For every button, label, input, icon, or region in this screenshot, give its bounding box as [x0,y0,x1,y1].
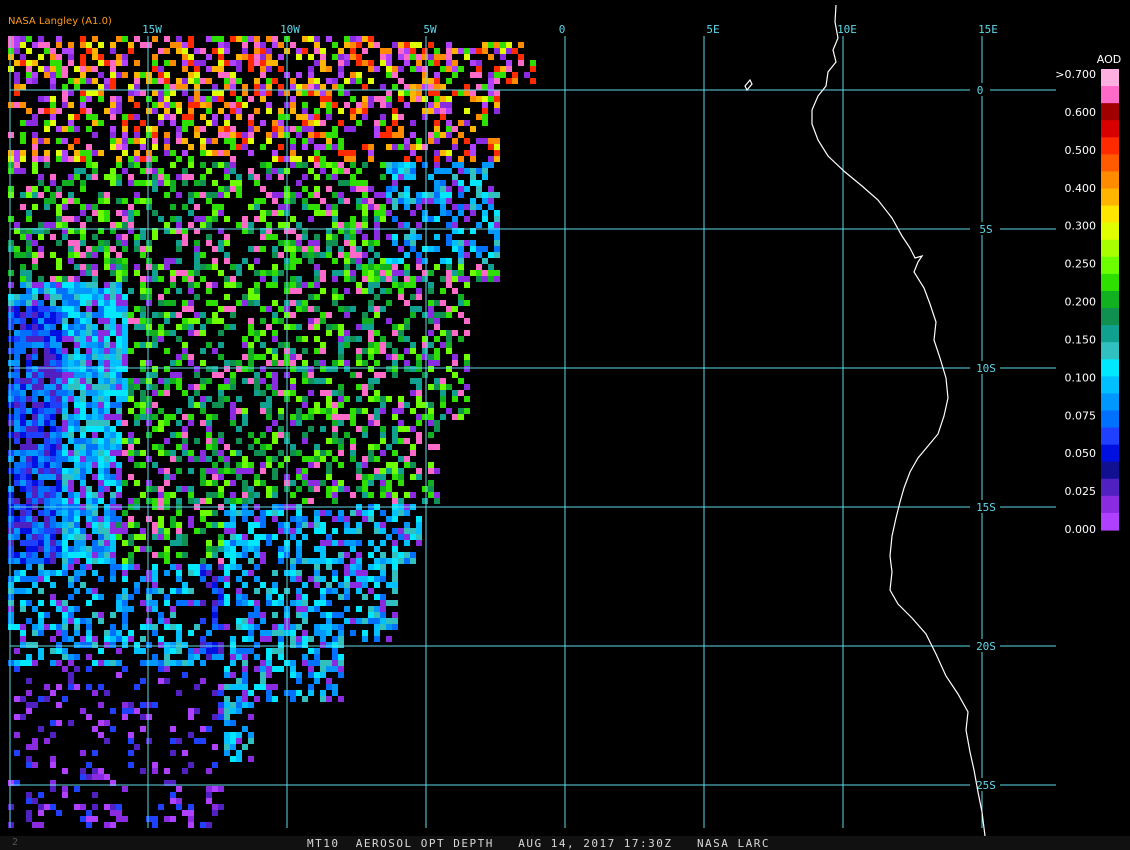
lon-label-10e: 10E [837,23,857,36]
credit-label: NASA Langley (A1.0) [8,16,112,27]
data-source: NASA LARC [696,837,771,850]
frame-number: 2 [12,837,19,848]
lat-label-25s: 25S [976,779,996,792]
legend-swatch [1101,205,1119,224]
legend-swatch [1101,188,1119,207]
lat-label-10s: 10S [976,362,996,375]
africa-coastline [811,4,986,836]
lat-label-0: 0 [977,84,984,97]
aerosol-field [8,36,536,828]
legend-swatch [1101,461,1119,480]
legend-swatch [1101,86,1119,104]
lon-label-0: 0 [559,23,566,36]
legend-swatch [1101,273,1119,292]
legend-swatch [1101,154,1119,173]
legend-label: >0.700 [1055,68,1096,81]
legend-label: 0.000 [1065,523,1097,536]
legend-label: 0.050 [1065,447,1097,460]
legend-swatch [1101,393,1119,412]
lon-label-10w: 10W [280,23,300,36]
legend-swatch [1101,342,1119,360]
legend-labels: >0.700 0.600 0.500 0.400 0.300 0.250 0.200 0.15… [1055,68,1096,536]
lon-label-15e: 15E [978,23,998,36]
legend-swatch [1101,137,1119,155]
lon-label-5e: 5E [706,23,719,36]
legend-swatch [1101,478,1119,497]
legend-label: 0.500 [1065,144,1097,157]
legend-swatch [1101,120,1119,138]
legend-swatch [1101,256,1119,275]
legend-swatch [1101,171,1119,190]
lat-label-20s: 20S [976,640,996,653]
legend-label: 0.200 [1065,296,1097,309]
legend-swatch [1101,444,1119,463]
legend-title: AOD [1097,53,1121,66]
lat-label-15s: 15S [976,501,996,514]
legend-swatch [1101,103,1119,121]
legend-label: 0.600 [1065,106,1097,119]
legend-label: 0.400 [1065,182,1097,195]
product-title: AEROSOL OPT DEPTH [355,837,494,850]
product-code: MT10 [307,837,340,850]
legend-swatch [1101,376,1119,394]
legend-label: 0.025 [1065,485,1097,498]
footer-caption: MT10 AEROSOL OPT DEPTH AUG 14, 2017 17:3… [307,837,770,850]
island-outline [744,78,753,92]
legend-swatch [1101,308,1119,326]
aod-map: 15W 10W 5W 0 5E 10E 15E 0 5S 10S 15S 20S… [8,4,1121,836]
legend-label: 0.075 [1065,409,1097,422]
legend-swatch [1101,495,1119,514]
legend-swatch [1101,427,1119,446]
longitude-labels: 15W 10W 5W 0 5E 10E 15E [142,23,998,36]
legend-label: 0.250 [1065,258,1097,271]
legend-swatch [1101,512,1119,531]
legend-swatch [1101,222,1119,241]
legend-swatch [1101,410,1119,429]
aod-legend: AOD >0.700 0.600 0.500 0.400 0.300 0.250 0.200… [1055,53,1121,536]
legend-swatch [1101,359,1119,377]
legend-label: 0.100 [1065,371,1097,384]
lon-label-5w: 5W [423,23,437,36]
lon-label-15w: 15W [142,23,162,36]
legend-swatch [1101,69,1119,87]
observation-datetime: AUG 14, 2017 17:30Z [518,837,673,850]
legend-swatch [1101,239,1119,258]
lat-label-5s: 5S [979,223,992,236]
legend-swatch [1101,325,1119,343]
legend-label: 0.150 [1065,333,1097,346]
legend-label: 0.300 [1065,220,1097,233]
footer-bar: 2 MT10 AEROSOL OPT DEPTH AUG 14, 2017 17… [0,836,1130,850]
legend-swatch [1101,290,1119,309]
latitude-labels: 0 5S 10S 15S 20S 25S [970,83,1000,792]
legend-colorbar [1101,69,1119,531]
